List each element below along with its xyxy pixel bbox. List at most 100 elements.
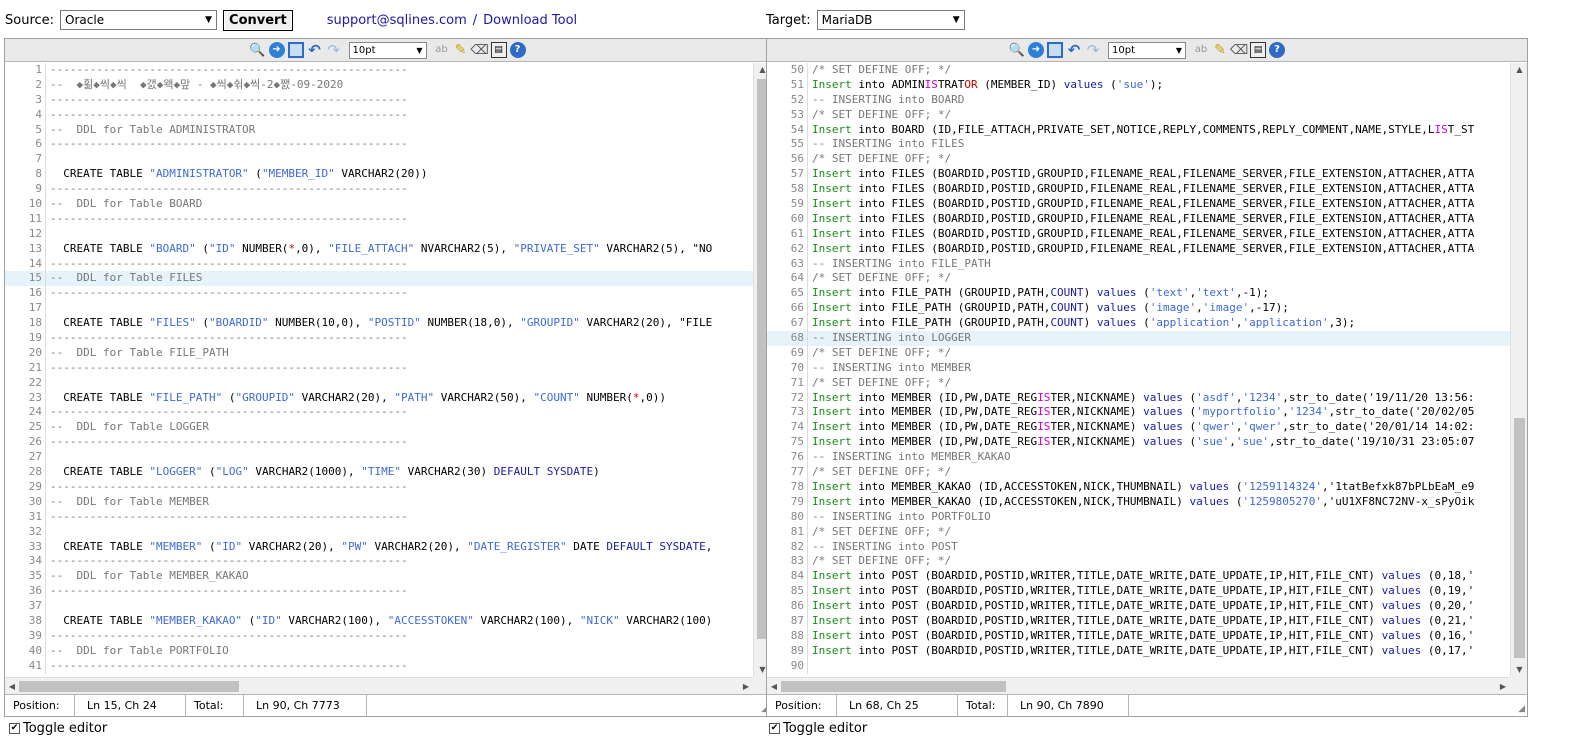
code-line[interactable]: 76 -- INSERTING into MEMBER_KAKAO [767,450,1510,466]
code-line[interactable]: 50 /* SET DEFINE OFF; */ [767,63,1510,78]
code-line[interactable]: 79 Insert into MEMBER_KAKAO (ID,ACCESSTOK… [767,494,1510,510]
code-line[interactable]: 37 [5,599,753,614]
scrollbar-thumb[interactable] [19,681,239,692]
scroll-down-icon[interactable]: ▼ [1511,663,1528,677]
fullscreen-icon[interactable] [287,42,304,58]
code-line[interactable]: 35 -- DDL for Table MEMBER_KAKAO [5,569,753,585]
resize-grip-icon[interactable]: ◢ [1518,704,1525,714]
code-line[interactable]: 32 [5,524,753,540]
code-line[interactable]: 26 --------------------------------------… [5,435,753,451]
code-line[interactable]: 66 Insert into FILE_PATH (GROUPID,PATH,CO… [767,301,1510,317]
code-line[interactable]: 24 --------------------------------------… [5,405,753,421]
code-line[interactable]: 63 -- INSERTING into FILE_PATH [767,256,1510,272]
scroll-left-icon[interactable]: ◀ [767,678,781,695]
code-line[interactable]: 11 --------------------------------------… [5,211,753,227]
code-line[interactable]: 64 /* SET DEFINE OFF; */ [767,271,1510,287]
code-line[interactable]: 16 --------------------------------------… [5,286,753,302]
code-line[interactable]: 77 /* SET DEFINE OFF; */ [767,465,1510,480]
code-line[interactable]: 56 /* SET DEFINE OFF; */ [767,152,1510,168]
code-line[interactable]: 55 -- INSERTING into FILES [767,137,1510,153]
code-line[interactable]: 12 [5,226,753,242]
code-line[interactable]: 60 Insert into FILES (BOARDID,POSTID,GROU… [767,211,1510,227]
code-line[interactable]: 72 Insert into MEMBER (ID,PW,DATE_REGISTE… [767,390,1510,406]
highlight-icon[interactable]: ✎ [1212,42,1228,58]
code-line[interactable]: 82 -- INSERTING into POST [767,539,1510,555]
code-line[interactable]: 61 Insert into FILES (BOARDID,POSTID,GROU… [767,226,1510,242]
help-icon[interactable]: ? [1269,42,1285,58]
code-line[interactable]: 19 --------------------------------------… [5,331,753,346]
convert-button[interactable]: Convert [223,9,293,31]
code-line[interactable]: 30 -- DDL for Table MEMBER [5,494,753,510]
code-line[interactable]: 22 [5,375,753,391]
code-line[interactable]: 2 -- ◆횖◆씩◆씩 ◆갨◆왝◆맢 - ◆씩◆쉮◆씩-2◆쨄-09-2020 [5,77,753,93]
code-line[interactable]: 25 -- DDL for Table LOGGER [5,420,753,436]
eraser-icon[interactable]: ⌫ [470,42,488,58]
code-line[interactable]: 87 Insert into POST (BOARDID,POSTID,WRITE… [767,613,1510,629]
code-line[interactable]: 58 Insert into FILES (BOARDID,POSTID,GROU… [767,182,1510,198]
code-line[interactable]: 29 --------------------------------------… [5,479,753,495]
scroll-up-icon[interactable]: ▲ [1511,63,1528,77]
support-link[interactable]: support@sqlines.com [327,13,467,28]
font-size-select[interactable]: 10pt ▼ [1108,41,1186,59]
go-to-line-icon[interactable]: ➜ [268,42,285,58]
code-line[interactable]: 36 --------------------------------------… [5,584,753,600]
vertical-scrollbar[interactable]: ▲ ▼ [1510,63,1527,677]
code-line[interactable]: 27 [5,450,753,466]
eraser-icon[interactable]: ⌫ [1230,42,1248,58]
source-code-area[interactable]: 1 ---------------------------------------… [5,63,753,677]
scroll-right-icon[interactable]: ▶ [739,678,753,695]
code-line[interactable]: 89 Insert into POST (BOARDID,POSTID,WRITE… [767,643,1510,659]
source-select[interactable]: Oracle ▼ [60,10,218,30]
code-line[interactable]: 53 /* SET DEFINE OFF; */ [767,107,1510,123]
redo-icon[interactable]: ↷ [326,42,342,58]
code-line[interactable]: 9 ---------------------------------------… [5,182,753,198]
code-line[interactable]: 1 ---------------------------------------… [5,63,753,78]
code-line[interactable]: 8 CREATE TABLE "ADMINISTRATOR" ("MEMBER_… [5,167,753,183]
code-line[interactable]: 65 Insert into FILE_PATH (GROUPID,PATH,CO… [767,286,1510,302]
spellcheck-icon[interactable]: ab [434,42,450,58]
code-line[interactable]: 39 --------------------------------------… [5,628,753,644]
code-line[interactable]: 28 CREATE TABLE "LOGGER" ("LOG" VARCHAR2… [5,465,753,480]
code-line[interactable]: 57 Insert into FILES (BOARDID,POSTID,GROU… [767,167,1510,183]
find-icon[interactable]: 🔍 [249,42,265,58]
code-line[interactable]: 81 /* SET DEFINE OFF; */ [767,524,1510,540]
code-line[interactable]: 88 Insert into POST (BOARDID,POSTID,WRITE… [767,628,1510,644]
code-line[interactable]: 62 Insert into FILES (BOARDID,POSTID,GROU… [767,241,1510,257]
code-line[interactable]: 70 -- INSERTING into MEMBER [767,360,1510,376]
toggle-editor-target[interactable]: ✔ Toggle editor [769,721,867,736]
undo-icon[interactable]: ↶ [1066,42,1082,58]
code-line[interactable]: 33 CREATE TABLE "MEMBER" ("ID" VARCHAR2(… [5,539,753,555]
find-icon[interactable]: 🔍 [1009,42,1025,58]
code-line[interactable]: 85 Insert into POST (BOARDID,POSTID,WRITE… [767,584,1510,600]
code-line[interactable]: 7 [5,152,753,168]
code-line[interactable]: 51 Insert into ADMINISTRATOR (MEMBER_ID) … [767,77,1510,93]
horizontal-scrollbar[interactable]: ◀ ▶ [767,677,1510,694]
code-line[interactable]: 23 CREATE TABLE "FILE_PATH" ("GROUPID" V… [5,390,753,406]
code-line[interactable]: 21 --------------------------------------… [5,360,753,376]
checkbox-checked-icon[interactable]: ✔ [9,723,20,734]
target-code-area[interactable]: 50 /* SET DEFINE OFF; */ 51 Insert into ADM… [767,63,1510,677]
code-line[interactable]: 3 ---------------------------------------… [5,92,753,108]
code-line[interactable]: 5 -- DDL for Table ADMINISTRATOR [5,122,753,138]
code-line[interactable]: 84 Insert into POST (BOARDID,POSTID,WRITE… [767,569,1510,585]
undo-icon[interactable]: ↶ [307,42,323,58]
toggle-editor-source[interactable]: ✔ Toggle editor [9,721,107,736]
go-to-line-icon[interactable]: ➜ [1028,42,1044,58]
code-line[interactable]: 59 Insert into FILES (BOARDID,POSTID,GROU… [767,197,1510,212]
spellcheck-icon[interactable]: ab [1193,42,1209,58]
code-line[interactable]: 67 Insert into FILE_PATH (GROUPID,PATH,CO… [767,316,1510,332]
code-line[interactable]: 52 -- INSERTING into BOARD [767,92,1510,108]
code-line[interactable]: 17 [5,301,753,317]
code-line[interactable]: 71 /* SET DEFINE OFF; */ [767,375,1510,391]
horizontal-scrollbar[interactable]: ◀ ▶ [5,677,753,694]
highlight-icon[interactable]: ✎ [453,42,469,58]
code-line[interactable]: 14 --------------------------------------… [5,256,753,272]
code-line[interactable]: 31 --------------------------------------… [5,509,753,525]
code-line[interactable]: 75 Insert into MEMBER (ID,PW,DATE_REGISTE… [767,435,1510,451]
fullscreen-icon[interactable] [1047,42,1063,58]
word-wrap-icon[interactable]: ▤ [490,42,507,58]
code-line[interactable]: 18 CREATE TABLE "FILES" ("BOARDID" NUMBE… [5,316,753,332]
code-line[interactable]: 54 Insert into BOARD (ID,FILE_ATTACH,PRIV… [767,122,1510,138]
code-line[interactable]: 78 Insert into MEMBER_KAKAO (ID,ACCESSTOK… [767,479,1510,495]
code-line[interactable]: 13 CREATE TABLE "BOARD" ("ID" NUMBER(*,0… [5,241,753,257]
